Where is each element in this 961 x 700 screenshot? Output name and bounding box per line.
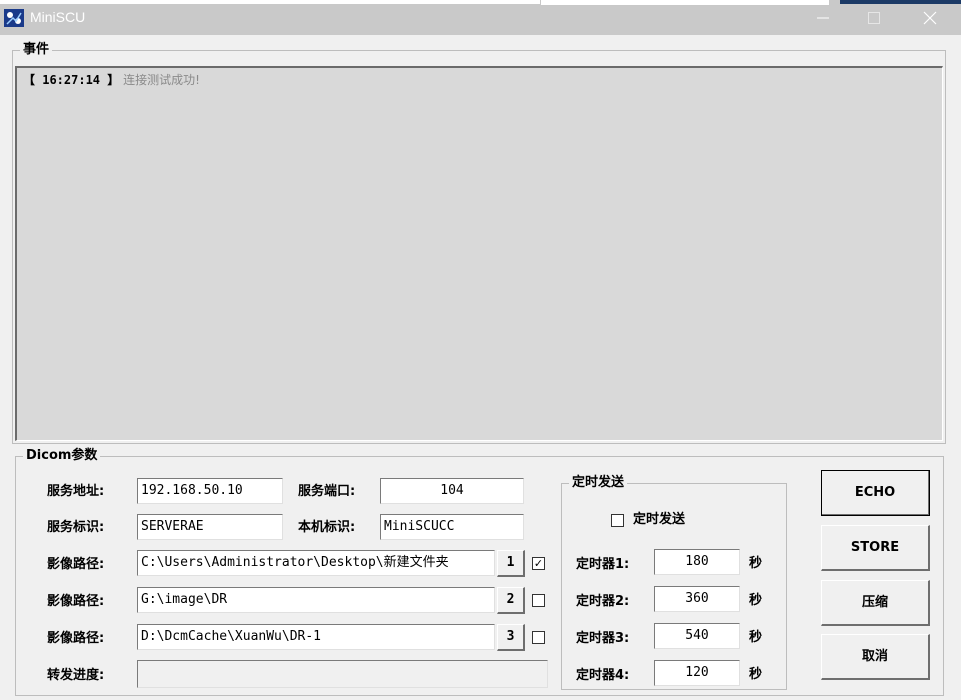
- browse-button-3[interactable]: 3: [497, 624, 525, 651]
- timer-2-label: 定时器2:: [576, 594, 630, 609]
- close-icon[interactable]: [918, 7, 942, 29]
- progress-bar: [137, 660, 548, 688]
- event-log-entry: 【 16:27:14 】 连接测试成功!: [23, 72, 200, 88]
- image-path-label-2: 影像路径:: [47, 594, 105, 609]
- dicom-params-group-label: Dicom参数: [23, 447, 101, 465]
- server-ae-label: 服务标识:: [47, 520, 105, 535]
- image-path-checkbox-1[interactable]: ✓: [532, 557, 545, 570]
- image-path-input-3[interactable]: D:\DcmCache\XuanWu\DR-1: [137, 624, 495, 650]
- event-log[interactable]: 【 16:27:14 】 连接测试成功!: [15, 66, 943, 441]
- image-path-checkbox-2[interactable]: [532, 594, 545, 607]
- timer-1-label: 定时器1:: [576, 557, 630, 572]
- browse-button-1[interactable]: 1: [497, 550, 525, 577]
- event-time: 【 16:27:14 】: [23, 73, 120, 87]
- timer-2-unit: 秒: [749, 593, 763, 608]
- window-title: MiniSCU: [30, 9, 86, 25]
- maximize-icon[interactable]: [862, 7, 886, 29]
- timer-3-label: 定时器3:: [576, 631, 630, 646]
- image-path-checkbox-3[interactable]: [532, 631, 545, 644]
- timer-3-unit: 秒: [749, 630, 763, 645]
- server-port-label: 服务端口:: [298, 484, 356, 499]
- timer-enable-label: 定时发送: [633, 512, 686, 527]
- local-ae-label: 本机标识:: [298, 520, 356, 535]
- minimize-icon[interactable]: [811, 7, 835, 29]
- timer-4-input[interactable]: 120: [654, 660, 740, 686]
- background-window-strip-right: [840, 0, 961, 4]
- timer-group-label: 定时发送: [569, 474, 628, 492]
- background-search-box: [540, 0, 830, 6]
- image-path-label-1: 影像路径:: [47, 557, 105, 572]
- server-address-label: 服务地址:: [47, 484, 105, 499]
- timer-4-label: 定时器4:: [576, 668, 630, 683]
- store-button[interactable]: STORE: [821, 525, 930, 571]
- cancel-button[interactable]: 取消: [821, 634, 930, 680]
- timer-1-input[interactable]: 180: [654, 549, 740, 575]
- events-group-label: 事件: [20, 41, 53, 59]
- image-path-label-3: 影像路径:: [47, 631, 105, 646]
- image-path-input-1[interactable]: C:\Users\Administrator\Desktop\新建文件夹: [137, 550, 495, 576]
- timer-4-unit: 秒: [749, 667, 763, 682]
- timer-1-unit: 秒: [749, 556, 763, 571]
- timer-3-input[interactable]: 540: [654, 623, 740, 649]
- event-message: 连接测试成功!: [123, 73, 200, 87]
- server-address-input[interactable]: 192.168.50.10: [137, 478, 283, 504]
- background-window-strip: [0, 0, 540, 4]
- echo-button[interactable]: ECHO: [821, 470, 930, 516]
- progress-label: 转发进度:: [47, 668, 105, 683]
- image-path-input-2[interactable]: G:\image\DR: [137, 587, 495, 613]
- server-ae-input[interactable]: SERVERAE: [137, 514, 283, 540]
- browse-button-2[interactable]: 2: [497, 587, 525, 614]
- timer-enable-checkbox[interactable]: [611, 514, 624, 527]
- timer-2-input[interactable]: 360: [654, 586, 740, 612]
- server-port-input[interactable]: 104: [380, 478, 524, 504]
- app-icon: [4, 9, 24, 27]
- compress-button[interactable]: 压缩: [821, 580, 930, 626]
- local-ae-input[interactable]: MiniSCUCC: [380, 514, 524, 540]
